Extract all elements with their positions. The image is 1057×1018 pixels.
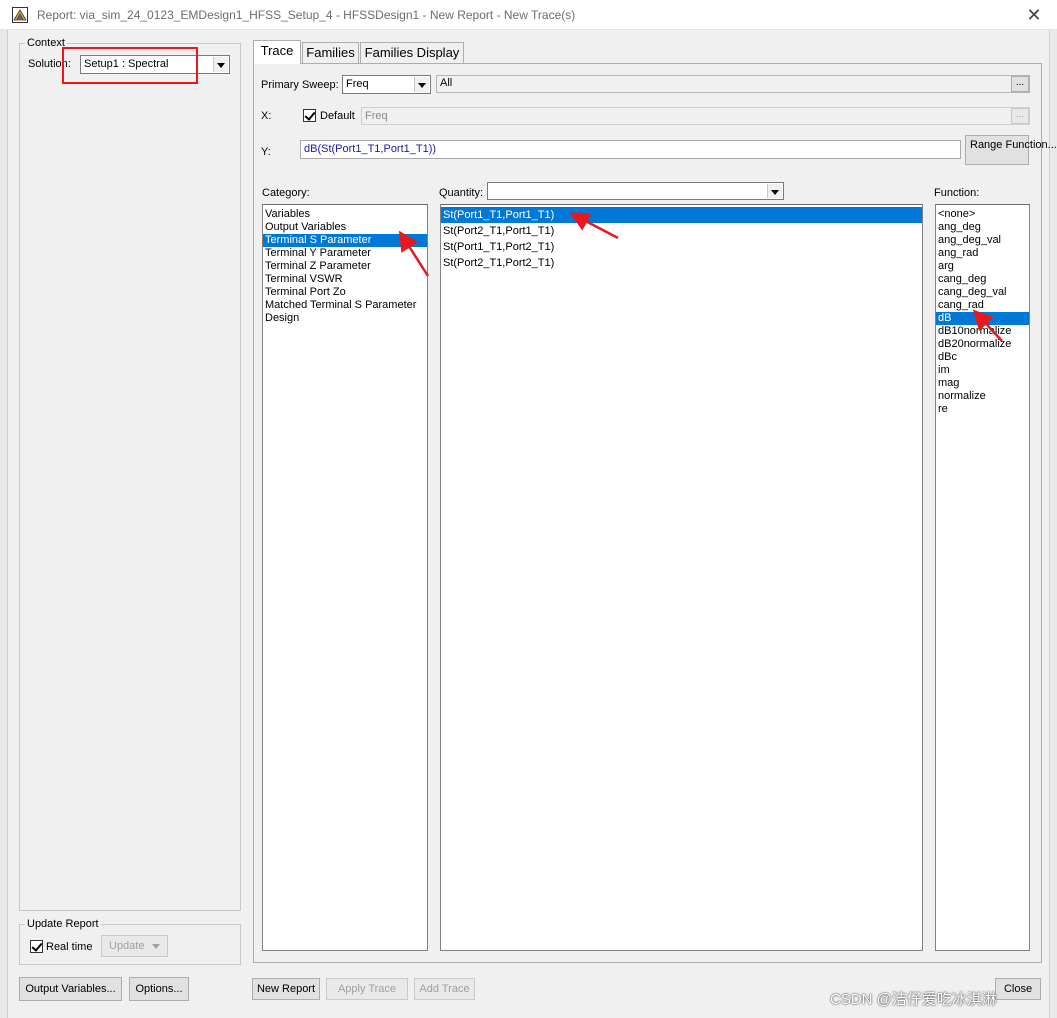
arrow-to-quantity xyxy=(569,212,619,240)
arrow-to-function xyxy=(972,309,1003,342)
annotation-arrows xyxy=(398,212,1003,342)
arrow-to-category xyxy=(398,230,430,277)
tab-trace[interactable]: Trace xyxy=(253,40,301,64)
